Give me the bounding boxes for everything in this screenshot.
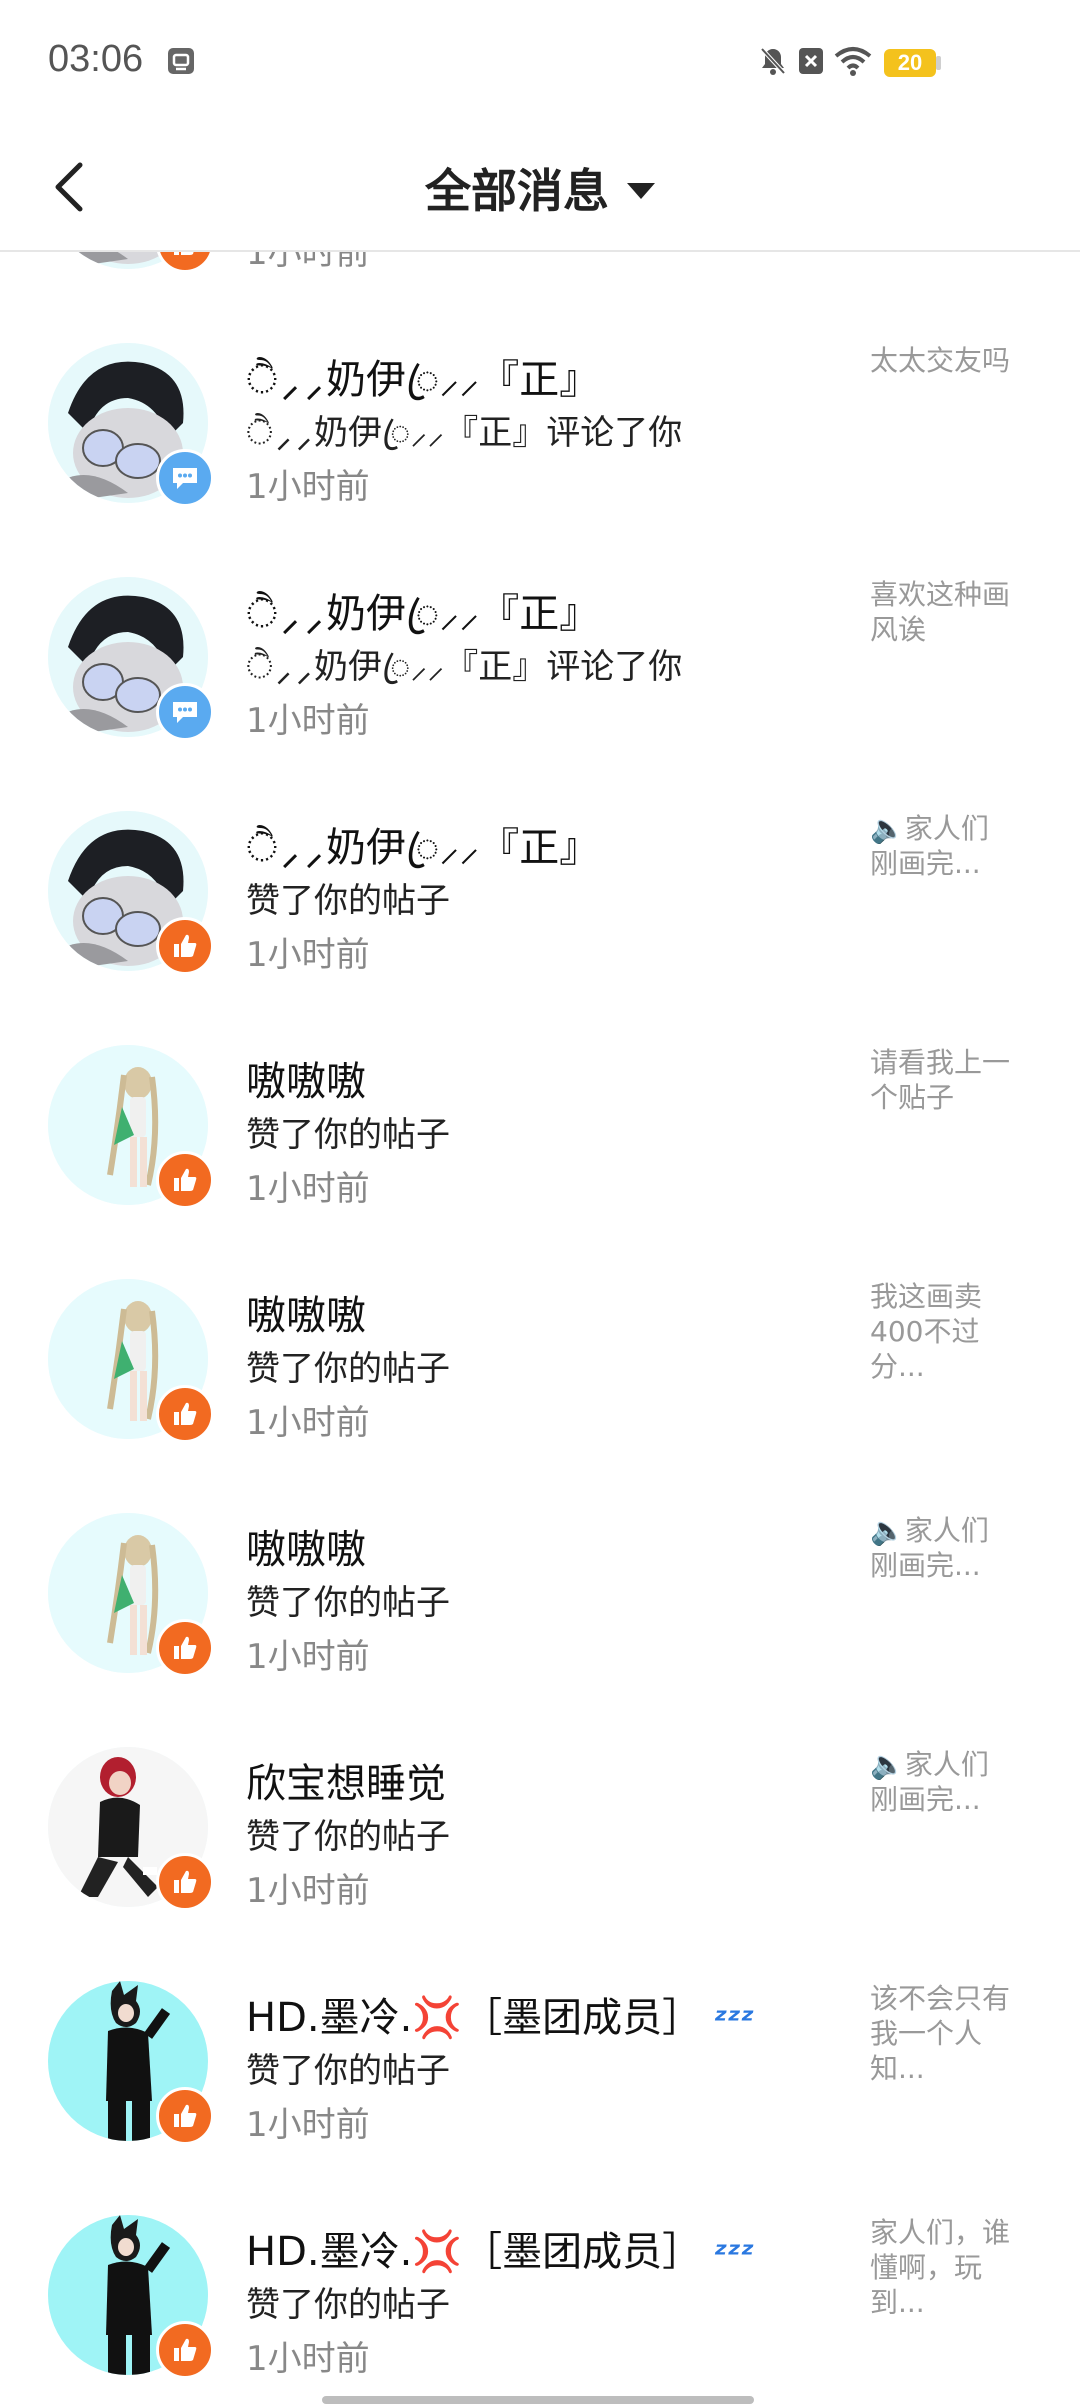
post-preview[interactable]: 喜欢这种画 风诶 — [870, 577, 1050, 647]
status-bar: 03:06 20 — [0, 0, 1080, 125]
battery-tip — [936, 56, 941, 70]
like-badge — [156, 1619, 214, 1677]
message-action-text: 赞了你的帖子 — [246, 2285, 450, 2325]
message-time: 1小时前 — [246, 1637, 370, 1677]
message-action-text: 赞了你的帖子 — [246, 1349, 450, 1389]
message-time: 1小时前 — [246, 1871, 370, 1911]
screen-record-icon — [166, 46, 196, 76]
message-item[interactable]: 嗷嗷嗷赞了你的帖子 1小时前 我这画卖 400不过 分... — [0, 1279, 1080, 1513]
message-time: 1小时前 — [246, 2339, 370, 2379]
sender-name[interactable]: 嗷嗷嗷 — [246, 1283, 366, 1341]
sender-name-text: 欣宝想睡觉 — [246, 1761, 446, 1807]
post-preview[interactable]: 请看我上一 个贴子 — [870, 1045, 1050, 1115]
post-preview[interactable]: 太太交友吗 — [870, 343, 1050, 378]
post-preview[interactable]: 🔈家人们 刚画完... — [870, 1747, 1050, 1817]
thumbs-up-icon — [174, 252, 194, 255]
sender-name-text: HD.墨冷. — [246, 2229, 413, 2275]
thumbs-up-icon — [174, 2338, 197, 2361]
message-action-text: 赞了你的帖子 — [246, 1583, 450, 1623]
like-badge — [156, 2087, 214, 2145]
message-action-text: 赞了你的帖子 — [246, 1817, 450, 1857]
thumbs-up-icon — [174, 934, 197, 957]
like-badge — [156, 917, 214, 975]
sender-name-suffix: ［墨团成员］ — [462, 2229, 703, 2275]
message-item[interactable]: 嗷嗷嗷赞了你的帖子 1小时前 请看我上一 个贴子 — [0, 1045, 1080, 1279]
post-preview[interactable]: 该不会只有 我一个人 知... — [870, 1981, 1050, 2086]
message-time: 1小时前 — [246, 1169, 370, 1209]
sleep-emoji-icon: ᶻᶻᶻ — [714, 2235, 755, 2273]
post-preview[interactable]: 家人们，谁 懂啊，玩 到... — [870, 2215, 1050, 2320]
message-time: 1小时前 — [246, 935, 370, 975]
message-item[interactable]: ੈ⸝⸝奶伊ꦿ⸝⸝『正』ੈ⸝⸝奶伊ꦿ⸝⸝『正』评论了你 1小时前 太太交友吗 — [0, 343, 1080, 577]
message-action-text: 赞了你的帖子 — [246, 881, 450, 921]
thumbs-up-icon — [174, 1402, 197, 1425]
message-time: 1小时前 — [246, 1403, 370, 1443]
wifi-icon — [834, 46, 872, 76]
battery-icon: 20 — [884, 49, 936, 77]
sender-name-text: 嗷嗷嗷 — [246, 1527, 366, 1573]
message-time: 1小时前 — [246, 701, 370, 741]
header: 全部消息 — [0, 125, 1080, 252]
message-item[interactable]: ੈ⸝⸝奶伊ꦿ⸝⸝『正』赞了你的帖子 1小时前 🔈家人们 刚画完... — [0, 811, 1080, 1045]
sender-name[interactable]: HD.墨冷.💢［墨团成员］ ᶻᶻᶻ — [246, 2219, 754, 2277]
message-time: 1小时前 — [246, 252, 370, 273]
home-indicator[interactable] — [322, 2396, 754, 2404]
like-badge — [156, 1853, 214, 1911]
like-badge — [156, 1385, 214, 1443]
comment-icon — [173, 702, 197, 723]
sender-name[interactable]: 嗷嗷嗷 — [246, 1049, 366, 1107]
bell-muted-icon — [758, 46, 788, 76]
message-action-text: 赞了你的帖子 — [246, 1115, 450, 1155]
message-action-text: 赞了你的帖子 — [246, 2051, 450, 2091]
post-preview[interactable]: 🔈家人们 刚画完... — [870, 811, 1050, 881]
thumbs-up-icon — [174, 1168, 197, 1191]
like-badge — [156, 252, 214, 273]
message-item[interactable]: HD.墨冷.💢［墨团成员］ ᶻᶻᶻ 赞了你的帖子 1小时前 该不会只有 我一个人 知..… — [0, 1981, 1080, 2215]
sender-name[interactable]: 欣宝想睡觉 — [246, 1751, 446, 1809]
sender-name[interactable]: HD.墨冷.💢［墨团成员］ ᶻᶻᶻ — [246, 1985, 754, 2043]
message-item[interactable]: HD.墨冷.💢［墨团成员］ ᶻᶻᶻ 赞了你的帖子 1小时前 家人们，谁 懂啊，玩 到..… — [0, 2215, 1080, 2408]
triangle-down-icon — [627, 182, 655, 199]
comment-badge — [156, 449, 214, 507]
message-item[interactable]: 欣宝想睡觉赞了你的帖子 1小时前 🔈家人们 刚画完... — [0, 1747, 1080, 1981]
post-preview[interactable]: 我这画卖 400不过 分... — [870, 1279, 1050, 1384]
message-list[interactable]: 1小时前ੈ⸝⸝奶伊ꦿ⸝⸝『正』ੈ⸝⸝奶伊ꦿ⸝⸝『正』评论了你 1小时前 太太交友吗ੈ… — [0, 252, 1080, 2408]
page-title: 全部消息 — [425, 164, 609, 218]
message-time: 1小时前 — [246, 2105, 370, 2145]
status-time: 03:06 — [48, 38, 144, 80]
sender-name-text: HD.墨冷. — [246, 1995, 413, 2041]
like-badge — [156, 2321, 214, 2379]
sender-name-suffix: ［墨团成员］ — [462, 1995, 703, 2041]
sender-name[interactable]: 嗷嗷嗷 — [246, 1517, 366, 1575]
comment-badge — [156, 683, 214, 741]
sender-name-text: ੈ⸝⸝奶伊ꦿ⸝⸝『正』 — [246, 357, 600, 403]
message-time: 1小时前 — [246, 467, 370, 507]
message-item[interactable]: 1小时前 — [0, 252, 1080, 343]
like-badge — [156, 1151, 214, 1209]
sleep-emoji-icon: ᶻᶻᶻ — [714, 2001, 755, 2039]
sim-off-icon — [796, 46, 826, 76]
thumbs-up-icon — [174, 1636, 197, 1659]
sender-name-text: ੈ⸝⸝奶伊ꦿ⸝⸝『正』 — [246, 591, 600, 637]
comment-icon — [173, 468, 197, 489]
anger-emoji-icon: 💢 — [412, 1995, 463, 2041]
post-preview[interactable]: 🔈家人们 刚画完... — [870, 1513, 1050, 1583]
thumbs-up-icon — [174, 2104, 197, 2127]
sender-name-text: 嗷嗷嗷 — [246, 1059, 366, 1105]
message-item[interactable]: ੈ⸝⸝奶伊ꦿ⸝⸝『正』ੈ⸝⸝奶伊ꦿ⸝⸝『正』评论了你 1小时前 喜欢这种画 风诶 — [0, 577, 1080, 811]
message-filter-dropdown[interactable]: 全部消息 — [0, 155, 1080, 221]
sender-name-text: ੈ⸝⸝奶伊ꦿ⸝⸝『正』 — [246, 825, 600, 871]
thumbs-up-icon — [174, 1870, 197, 1893]
anger-emoji-icon: 💢 — [412, 2229, 463, 2275]
message-item[interactable]: 嗷嗷嗷赞了你的帖子 1小时前 🔈家人们 刚画完... — [0, 1513, 1080, 1747]
sender-name-text: 嗷嗷嗷 — [246, 1293, 366, 1339]
